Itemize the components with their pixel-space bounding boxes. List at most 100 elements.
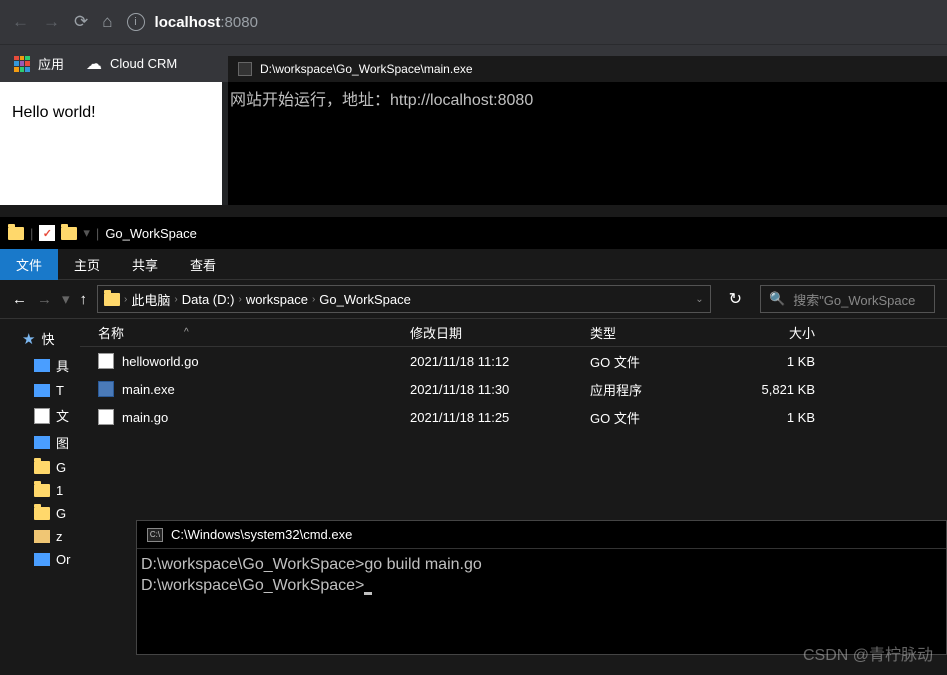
- home-icon[interactable]: ⌂: [102, 12, 112, 32]
- console-line: D:\workspace\Go_WorkSpace>go build main.…: [141, 555, 942, 576]
- star-icon: ★: [22, 330, 35, 348]
- bc-item[interactable]: Data (D:): [182, 292, 235, 307]
- watermark: CSDN @青柠脉动: [803, 641, 933, 665]
- folder-icon: [8, 227, 24, 240]
- file-date: 2021/11/18 11:12: [400, 354, 580, 369]
- info-icon[interactable]: i: [127, 13, 145, 31]
- sidebar-item[interactable]: Or: [0, 548, 80, 571]
- tab-file[interactable]: 文件: [0, 249, 58, 280]
- file-type: GO 文件: [580, 352, 725, 371]
- sidebar-item[interactable]: z: [0, 525, 80, 548]
- reload-icon[interactable]: ⟳: [74, 12, 88, 32]
- col-name[interactable]: 名称^: [80, 323, 400, 342]
- chevron-icon[interactable]: ›: [174, 294, 177, 305]
- qat-sep2: |: [96, 226, 99, 241]
- col-size[interactable]: 大小: [725, 323, 825, 342]
- nav-up-icon[interactable]: ↑: [80, 291, 88, 308]
- tab-home[interactable]: 主页: [58, 249, 116, 280]
- col-date[interactable]: 修改日期: [400, 323, 580, 342]
- back-icon[interactable]: ←: [12, 12, 29, 32]
- refresh-icon[interactable]: ↻: [721, 289, 750, 309]
- cloud-crm-bookmark[interactable]: ☁ Cloud CRM: [86, 54, 177, 74]
- explorer-title: Go_WorkSpace: [105, 226, 197, 241]
- sidebar-item[interactable]: 具: [0, 352, 80, 379]
- sidebar-item-icon: [34, 553, 50, 566]
- bc-item[interactable]: Go_WorkSpace: [319, 292, 411, 307]
- file-row[interactable]: helloworld.go2021/11/18 11:12GO 文件1 KB: [80, 347, 947, 375]
- nav-forward-icon[interactable]: →: [37, 291, 52, 308]
- sidebar-item-label: 1: [56, 483, 63, 498]
- file-type: GO 文件: [580, 408, 725, 427]
- sidebar-item-label: G: [56, 506, 66, 521]
- bc-item[interactable]: 此电脑: [131, 290, 170, 309]
- console2-titlebar[interactable]: C:\ C:\Windows\system32\cmd.exe: [137, 521, 946, 549]
- page-text: Hello world!: [12, 104, 96, 121]
- apps-grid-icon: [14, 56, 30, 72]
- file-size: 1 KB: [725, 354, 825, 369]
- chevron-icon[interactable]: ›: [238, 294, 241, 305]
- ribbon: 文件 主页 共享 查看: [0, 249, 947, 279]
- file-name: main.exe: [122, 382, 175, 397]
- sidebar-item[interactable]: G: [0, 456, 80, 479]
- tab-view[interactable]: 查看: [174, 249, 232, 280]
- sidebar-item-icon: [34, 507, 50, 520]
- console1-titlebar[interactable]: D:\workspace\Go_WorkSpace\main.exe: [228, 56, 947, 82]
- search-placeholder: 搜索"Go_WorkSpace: [793, 290, 915, 309]
- apps-bookmark[interactable]: 应用: [14, 54, 64, 73]
- qat-dropdown-icon[interactable]: ▾: [83, 225, 90, 241]
- sidebar-item[interactable]: T: [0, 379, 80, 402]
- sidebar-item-label: Or: [56, 552, 70, 567]
- file-row[interactable]: main.exe 2021/11/18 11:30应用程序5,821 KB: [80, 375, 947, 403]
- sidebar-item-icon: [34, 408, 50, 424]
- go-file-icon: [98, 353, 114, 369]
- url-text: localhost:8080: [155, 14, 258, 31]
- address-bar[interactable]: i localhost:8080: [127, 6, 935, 38]
- file-date: 2021/11/18 11:30: [400, 382, 580, 397]
- console1-title-text: D:\workspace\Go_WorkSpace\main.exe: [260, 62, 473, 76]
- nav-recent-icon[interactable]: ▾: [62, 290, 70, 308]
- sort-icon: ^: [184, 327, 189, 338]
- sidebar-item[interactable]: 文: [0, 402, 80, 429]
- properties-icon[interactable]: ✓: [39, 225, 55, 241]
- bc-item[interactable]: workspace: [246, 292, 308, 307]
- apps-label: 应用: [38, 54, 64, 73]
- cmd-icon: [238, 62, 252, 76]
- sidebar-item[interactable]: 1: [0, 479, 80, 502]
- file-date: 2021/11/18 11:25: [400, 410, 580, 425]
- file-name: main.go: [122, 410, 168, 425]
- qat-separator: |: [30, 226, 33, 241]
- sidebar-item-label: T: [56, 383, 64, 398]
- file-row[interactable]: main.go2021/11/18 11:25GO 文件1 KB: [80, 403, 947, 431]
- chevron-icon[interactable]: ›: [124, 294, 127, 305]
- explorer-titlebar[interactable]: | ✓ ▾ | Go_WorkSpace: [0, 217, 947, 249]
- forward-icon[interactable]: →: [43, 12, 60, 32]
- cursor: [364, 592, 372, 595]
- sidebar-item-icon: [34, 359, 50, 372]
- sidebar-item-icon: [34, 484, 50, 497]
- console-window-1: D:\workspace\Go_WorkSpace\main.exe 网站开始运…: [228, 56, 947, 205]
- tab-share[interactable]: 共享: [116, 249, 174, 280]
- nav-back-icon[interactable]: ←: [12, 291, 27, 308]
- console1-output: 网站开始运行，地址：http://localhost:8080: [228, 82, 947, 114]
- dropdown-icon[interactable]: ⌄: [695, 294, 703, 305]
- console2-output[interactable]: D:\workspace\Go_WorkSpace>go build main.…: [137, 549, 946, 603]
- sidebar-item-icon: [34, 436, 50, 449]
- sidebar-item[interactable]: 图: [0, 429, 80, 456]
- console2-title-text: C:\Windows\system32\cmd.exe: [171, 527, 352, 542]
- file-size: 5,821 KB: [725, 382, 825, 397]
- breadcrumb-folder-icon: [104, 293, 120, 306]
- col-type[interactable]: 类型: [580, 323, 725, 342]
- chevron-icon[interactable]: ›: [312, 294, 315, 305]
- sidebar-item-label: 图: [56, 433, 69, 452]
- sidebar-item-icon: [34, 530, 50, 543]
- sidebar-quick-access[interactable]: ★ 快: [0, 325, 80, 352]
- breadcrumb[interactable]: › 此电脑 › Data (D:) › workspace › Go_WorkS…: [97, 285, 711, 313]
- search-input[interactable]: 🔍 搜索"Go_WorkSpace: [760, 285, 935, 313]
- column-headers: 名称^ 修改日期 类型 大小: [80, 319, 947, 347]
- sidebar-item-label: 具: [56, 356, 69, 375]
- folder-icon-2[interactable]: [61, 227, 77, 240]
- browser-toolbar: ← → ⟳ ⌂ i localhost:8080: [0, 0, 947, 44]
- cmd-icon: C:\: [147, 528, 163, 542]
- sidebar-item[interactable]: G: [0, 502, 80, 525]
- file-type: 应用程序: [580, 380, 725, 399]
